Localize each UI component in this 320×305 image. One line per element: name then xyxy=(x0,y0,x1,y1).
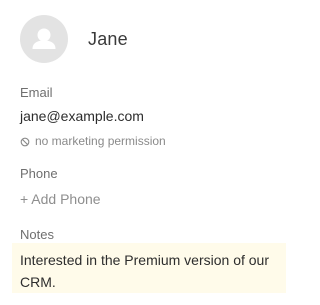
phone-label: Phone xyxy=(20,166,58,181)
marketing-permission-status: no marketing permission xyxy=(20,134,166,148)
contact-name: Jane xyxy=(88,28,128,49)
contact-header: Jane xyxy=(20,14,128,64)
contact-card: Jane Email jane@example.com no marketing… xyxy=(0,0,299,305)
notes-label: Notes xyxy=(20,227,54,242)
user-avatar-icon xyxy=(20,15,68,63)
email-label: Email xyxy=(20,85,53,100)
email-value[interactable]: jane@example.com xyxy=(20,108,144,124)
permission-text: no marketing permission xyxy=(35,134,166,148)
add-phone-button[interactable]: + Add Phone xyxy=(20,191,101,207)
notes-content[interactable]: Interested in the Premium version of our… xyxy=(12,243,286,293)
no-permission-icon xyxy=(20,136,30,147)
